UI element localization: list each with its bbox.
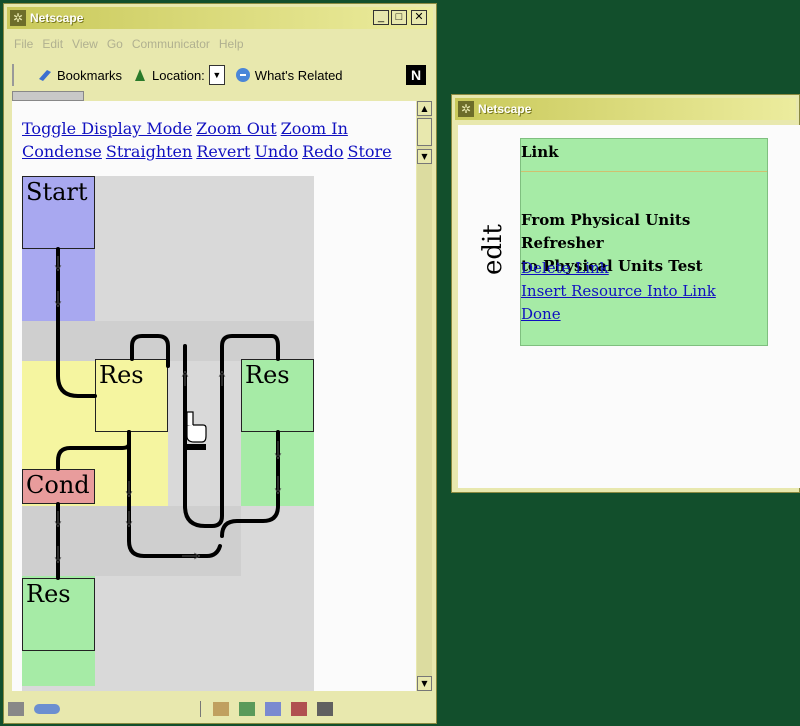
link-start-to-res[interactable] bbox=[56, 247, 97, 398]
whats-related-icon bbox=[235, 68, 250, 82]
component-navigator-icon[interactable] bbox=[213, 702, 229, 716]
menu-communicator[interactable]: Communicator bbox=[132, 37, 210, 55]
link-res-up-loop[interactable] bbox=[130, 334, 170, 368]
connection-status-icon bbox=[34, 704, 60, 714]
scroll-thumb[interactable] bbox=[417, 118, 432, 146]
netscape-logo-icon: ✲ bbox=[10, 10, 26, 26]
zoom-out-link[interactable]: Zoom Out bbox=[196, 119, 277, 138]
page-content: Toggle Display Mode Zoom Out Zoom In Conde… bbox=[12, 101, 416, 691]
component-discussions-icon[interactable] bbox=[265, 702, 281, 716]
hand-pointer-icon bbox=[186, 411, 207, 450]
location-icon bbox=[135, 69, 146, 81]
link-description-line-1: From Physical Units Refresher bbox=[521, 211, 691, 252]
main-titlebar[interactable]: ✲ Netscape _ □ ✕ bbox=[7, 7, 433, 29]
nav-links-row-2: Condense Straighten Revert Undo Redo Store bbox=[22, 140, 396, 163]
vertical-scrollbar[interactable]: ▲ ▼ ▼ bbox=[417, 101, 432, 691]
redo-link[interactable]: Redo bbox=[302, 142, 343, 161]
minimize-button[interactable]: _ bbox=[373, 10, 389, 25]
bookmarks-icon bbox=[39, 70, 51, 81]
edit-window-title: Netscape bbox=[478, 102, 532, 116]
component-edit-icon[interactable] bbox=[317, 702, 333, 716]
scroll-down-button[interactable]: ▼ bbox=[417, 676, 432, 691]
link-res-down-loop[interactable] bbox=[127, 430, 222, 558]
whats-related-label: What's Related bbox=[254, 67, 343, 83]
done-action[interactable]: Done bbox=[521, 305, 561, 323]
nav-links-row-1: Toggle Display Mode Zoom Out Zoom In bbox=[22, 117, 396, 140]
link-panel-title: Link bbox=[521, 143, 559, 161]
scroll-up-button[interactable]: ▲ bbox=[417, 101, 432, 116]
component-mail-icon[interactable] bbox=[239, 702, 255, 716]
straighten-link[interactable]: Straighten bbox=[106, 142, 192, 161]
location-label-group: Location: ▼ bbox=[132, 65, 225, 85]
link-panel: Link From Physical Units Refresher to Ph… bbox=[520, 138, 768, 346]
nav-links: Toggle Display Mode Zoom Out Zoom In Conde… bbox=[22, 117, 396, 163]
location-toolbar: Bookmarks Location: ▼ What's Related N bbox=[12, 62, 430, 88]
scroll-down-mid-button[interactable]: ▼ bbox=[417, 149, 432, 164]
netscape-throbber-icon[interactable]: N bbox=[406, 65, 426, 85]
revert-link[interactable]: Revert bbox=[196, 142, 250, 161]
menu-help[interactable]: Help bbox=[219, 37, 244, 55]
link-res-to-cond[interactable] bbox=[56, 430, 131, 471]
edit-side-label: edit bbox=[478, 224, 508, 275]
netscape-logo-icon: ✲ bbox=[458, 101, 474, 117]
collapsed-toolbar-tab[interactable] bbox=[12, 91, 84, 101]
menu-go[interactable]: Go bbox=[107, 37, 123, 55]
menu-file[interactable]: File bbox=[14, 37, 33, 55]
edit-titlebar[interactable]: ✲ Netscape bbox=[455, 98, 796, 120]
bookmarks-button[interactable]: Bookmarks bbox=[37, 67, 122, 83]
whats-related-button[interactable]: What's Related bbox=[235, 67, 343, 83]
link-actions: Delete Link Insert Resource Into Link Do… bbox=[521, 257, 720, 326]
component-composer-icon[interactable] bbox=[291, 702, 307, 716]
toggle-display-mode-link[interactable]: Toggle Display Mode bbox=[22, 119, 192, 138]
status-bar bbox=[8, 699, 794, 719]
store-link[interactable]: Store bbox=[348, 142, 392, 161]
window-title: Netscape bbox=[30, 11, 84, 25]
insert-resource-action[interactable]: Insert Resource Into Link bbox=[521, 282, 716, 300]
status-divider bbox=[200, 701, 203, 717]
condense-link[interactable]: Condense bbox=[22, 142, 102, 161]
link-panel-divider bbox=[521, 171, 767, 172]
menu-edit[interactable]: Edit bbox=[42, 37, 63, 55]
link-green-down[interactable] bbox=[220, 430, 280, 538]
close-button[interactable]: ✕ bbox=[411, 10, 427, 25]
maximize-button[interactable]: □ bbox=[391, 10, 407, 25]
bookmarks-label: Bookmarks bbox=[57, 67, 123, 83]
flow-diagram: Start Res Res Cond Res bbox=[22, 176, 314, 691]
menu-bar: File Edit View Go Communicator Help bbox=[14, 37, 244, 55]
location-label: Location: bbox=[152, 67, 205, 83]
undo-link[interactable]: Undo bbox=[254, 142, 298, 161]
menu-view[interactable]: View bbox=[72, 37, 98, 55]
diagram-links bbox=[22, 247, 314, 580]
zoom-in-link[interactable]: Zoom In bbox=[281, 119, 348, 138]
delete-link-action[interactable]: Delete Link bbox=[521, 259, 609, 277]
location-dropdown[interactable]: ▼ bbox=[208, 65, 225, 85]
security-lock-icon[interactable] bbox=[8, 702, 24, 716]
toolbar-grip[interactable] bbox=[12, 64, 19, 86]
